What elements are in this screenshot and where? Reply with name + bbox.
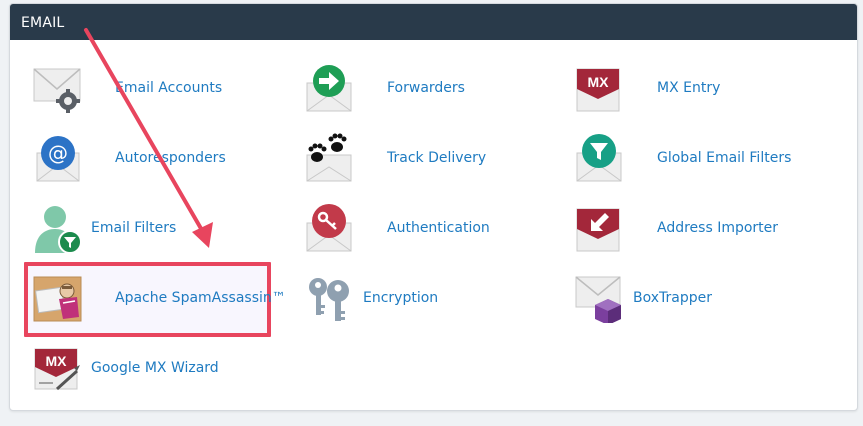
- keys-icon: [305, 273, 355, 323]
- envelope-key-icon: [305, 203, 355, 253]
- item-global-email-filters[interactable]: Global Email Filters: [575, 130, 791, 186]
- mx-envelope-icon: MX: [575, 63, 625, 113]
- user-filter-icon: [33, 203, 83, 253]
- item-label[interactable]: MX Entry: [657, 80, 720, 96]
- item-boxtrapper[interactable]: BoxTrapper: [575, 270, 712, 326]
- item-label[interactable]: Forwarders: [387, 80, 465, 96]
- item-label[interactable]: Authentication: [387, 220, 490, 236]
- item-track-delivery[interactable]: Track Delivery: [305, 130, 486, 186]
- envelope-at-icon: @: [33, 133, 83, 183]
- item-address-importer[interactable]: Address Importer: [575, 200, 778, 256]
- paw-prints-icon: [305, 133, 355, 183]
- envelope-arrow-icon: [305, 63, 355, 113]
- item-label[interactable]: Apache SpamAssassin™: [115, 290, 286, 306]
- spamassassin-icon: [33, 273, 83, 323]
- mx-wizard-icon: MX: [33, 343, 83, 393]
- item-label[interactable]: Autoresponders: [115, 150, 226, 166]
- item-google-mx-wizard[interactable]: MX Google MX Wizard: [33, 340, 219, 396]
- svg-text:MX: MX: [46, 353, 68, 369]
- envelope-box-icon: [575, 273, 625, 323]
- item-label[interactable]: Encryption: [363, 290, 438, 306]
- item-label[interactable]: Global Email Filters: [657, 150, 791, 166]
- svg-text:@: @: [48, 141, 68, 165]
- envelope-filter-icon: [575, 133, 625, 183]
- envelope-import-icon: [575, 203, 625, 253]
- item-mx-entry[interactable]: MX MX Entry: [575, 60, 720, 116]
- item-apache-spamassassin[interactable]: Apache SpamAssassin™: [33, 270, 286, 326]
- item-label[interactable]: BoxTrapper: [633, 290, 712, 306]
- svg-text:MX: MX: [588, 74, 610, 90]
- item-email-filters[interactable]: Email Filters: [33, 200, 176, 256]
- item-label[interactable]: Email Accounts: [115, 80, 222, 96]
- item-forwarders[interactable]: Forwarders: [305, 60, 465, 116]
- item-label[interactable]: Track Delivery: [387, 150, 486, 166]
- item-autoresponders[interactable]: @ Autoresponders: [33, 130, 226, 186]
- envelope-gear-icon: [33, 63, 83, 113]
- item-authentication[interactable]: Authentication: [305, 200, 490, 256]
- item-label[interactable]: Email Filters: [91, 220, 176, 236]
- section-title: EMAIL: [10, 4, 857, 40]
- item-label[interactable]: Address Importer: [657, 220, 778, 236]
- item-label[interactable]: Google MX Wizard: [91, 360, 219, 376]
- item-email-accounts[interactable]: Email Accounts: [33, 60, 222, 116]
- item-encryption[interactable]: Encryption: [305, 270, 438, 326]
